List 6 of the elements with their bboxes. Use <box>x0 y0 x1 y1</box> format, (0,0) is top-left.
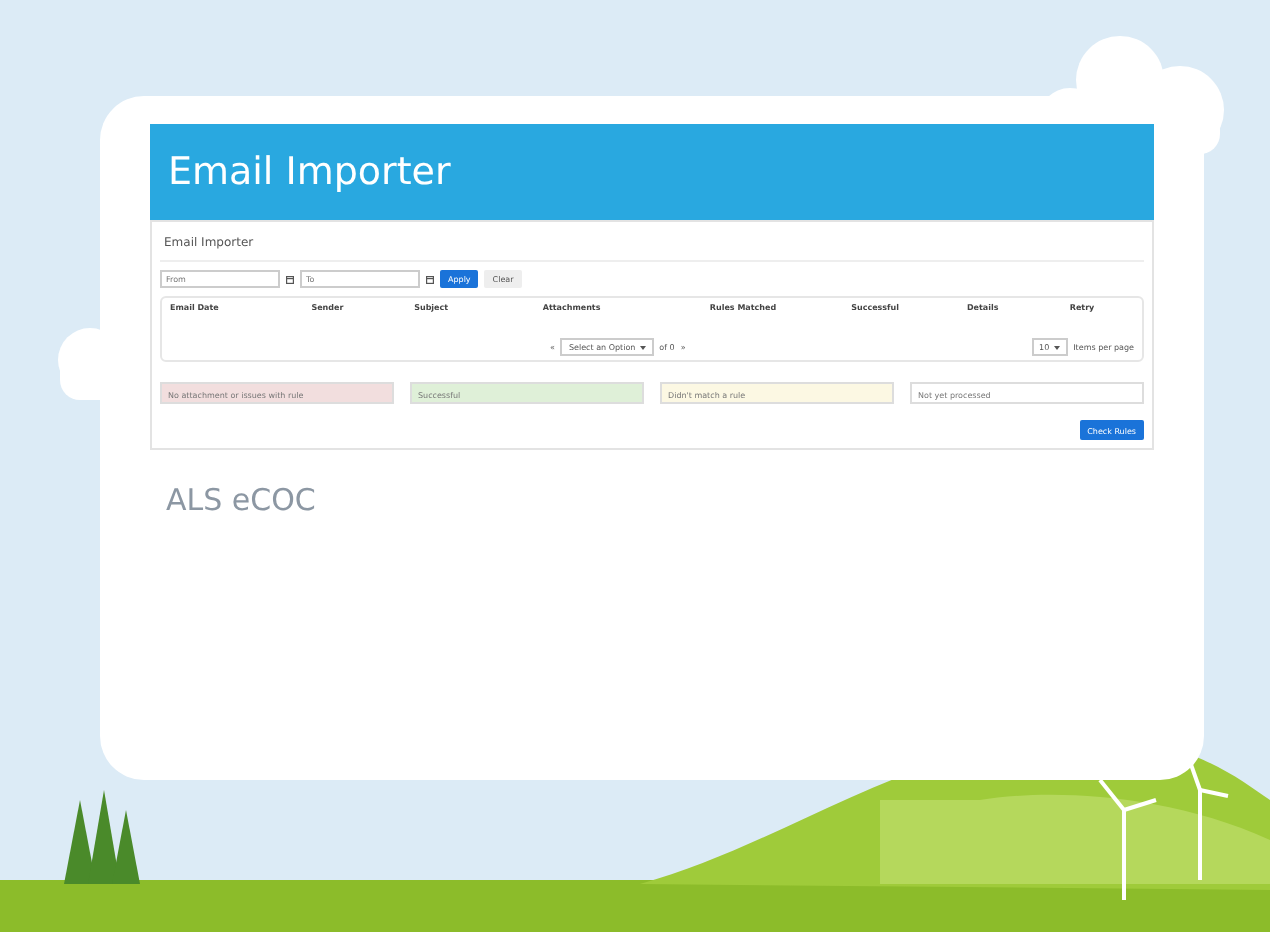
caret-icon <box>639 345 646 349</box>
calendar-icon[interactable] <box>286 275 294 283</box>
caret-icon <box>1053 345 1060 349</box>
watermark-text: ALS eCOC <box>166 482 318 518</box>
page-title: Email Importer <box>168 150 451 194</box>
calendar-icon[interactable] <box>426 275 434 283</box>
